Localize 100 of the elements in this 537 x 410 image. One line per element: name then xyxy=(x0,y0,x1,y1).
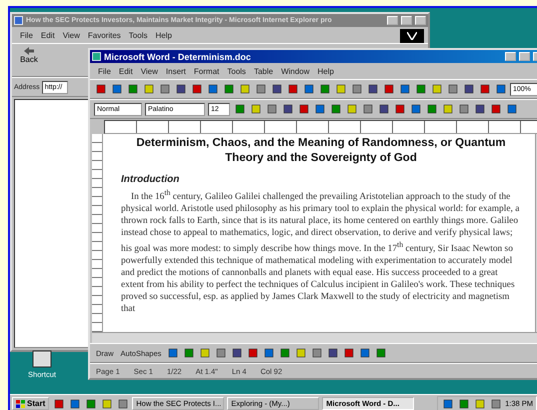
toolbar-button[interactable] xyxy=(230,346,244,360)
toolbar-button[interactable] xyxy=(494,82,507,96)
toolbar-button[interactable] xyxy=(326,346,340,360)
menu-item[interactable]: Help xyxy=(318,66,334,76)
toolbar-button[interactable] xyxy=(206,82,219,96)
toolbar-button[interactable] xyxy=(198,346,212,360)
toolbar-button[interactable] xyxy=(100,397,114,410)
menu-item[interactable]: Tools xyxy=(128,30,148,40)
toolbar-button[interactable] xyxy=(52,397,66,410)
toolbar-button[interactable] xyxy=(246,346,260,360)
toolbar-button[interactable] xyxy=(329,102,342,116)
toolbar-button[interactable] xyxy=(294,346,308,360)
toolbar-button[interactable] xyxy=(382,82,395,96)
menu-item[interactable]: Tools xyxy=(227,66,246,76)
toolbar-button[interactable] xyxy=(409,102,422,116)
toolbar-button[interactable] xyxy=(265,102,278,116)
toolbar-button[interactable] xyxy=(361,102,374,116)
toolbar-button[interactable] xyxy=(398,82,411,96)
toolbar-button[interactable] xyxy=(342,346,356,360)
toolbar-button[interactable] xyxy=(473,397,486,410)
toolbar-button[interactable] xyxy=(393,102,406,116)
toolbar-icon xyxy=(328,348,338,358)
toolbar-icon xyxy=(264,348,274,358)
toolbar-button[interactable] xyxy=(377,102,390,116)
toolbar-button[interactable] xyxy=(441,397,454,410)
menu-item[interactable]: Format xyxy=(194,66,220,76)
menu-item[interactable]: Favorites xyxy=(88,30,121,40)
toolbar-icon xyxy=(474,398,485,408)
toolbar-button[interactable] xyxy=(334,82,347,96)
toolbar-button[interactable] xyxy=(505,102,518,116)
menu-item[interactable]: Insert xyxy=(166,66,186,76)
toolbar-button[interactable] xyxy=(425,102,438,116)
toolbar-button[interactable] xyxy=(233,102,246,116)
toolbar-button[interactable] xyxy=(457,397,470,410)
toolbar-button[interactable] xyxy=(190,82,203,96)
back-button[interactable]: Back xyxy=(16,45,42,75)
toolbar-button[interactable] xyxy=(310,346,324,360)
toolbar-icon xyxy=(216,348,226,358)
toolbar-button[interactable] xyxy=(297,102,310,116)
toolbar-button[interactable] xyxy=(489,102,502,116)
toolbar-icon xyxy=(296,348,306,358)
menu-item[interactable]: View xyxy=(140,66,158,76)
toolbar-button[interactable] xyxy=(84,397,98,410)
toolbar-icon xyxy=(118,398,128,408)
toolbar-button[interactable] xyxy=(358,346,372,360)
toolbar-button[interactable] xyxy=(281,102,294,116)
toolbar-button[interactable] xyxy=(166,346,180,360)
toolbar-button[interactable] xyxy=(94,82,107,96)
toolbar-button[interactable] xyxy=(374,346,388,360)
toolbar-button[interactable] xyxy=(174,82,187,96)
horizontal-scrollbar[interactable] xyxy=(92,332,537,343)
menu-item[interactable]: Table xyxy=(254,66,274,76)
toolbar-icon xyxy=(70,398,80,408)
toolbar-button[interactable] xyxy=(249,102,262,116)
toolbar-icon xyxy=(168,348,178,358)
toolbar-button[interactable] xyxy=(238,82,251,96)
toolbar-button[interactable] xyxy=(142,82,155,96)
toolbar-button[interactable] xyxy=(462,82,475,96)
toolbar-button[interactable] xyxy=(262,346,276,360)
toolbar-button[interactable] xyxy=(473,102,486,116)
toolbar-button[interactable] xyxy=(457,102,470,116)
toolbar-button[interactable] xyxy=(270,82,283,96)
toolbar-button[interactable] xyxy=(441,102,454,116)
shortcut-icon[interactable] xyxy=(32,350,52,368)
toolbar-button[interactable] xyxy=(68,397,82,410)
toolbar-button[interactable] xyxy=(318,82,331,96)
toolbar-button[interactable] xyxy=(286,82,299,96)
toolbar-button[interactable] xyxy=(478,82,491,96)
toolbar-button[interactable] xyxy=(214,346,228,360)
toolbar-button[interactable] xyxy=(302,82,315,96)
toolbar-button[interactable] xyxy=(313,102,326,116)
toolbar-icon xyxy=(184,348,194,358)
toolbar-icon xyxy=(458,398,469,408)
start-button[interactable]: Start xyxy=(12,397,50,410)
window-icon xyxy=(92,52,101,61)
toolbar-button[interactable] xyxy=(278,346,292,360)
menu-item[interactable]: Help xyxy=(155,30,172,40)
toolbar-icon xyxy=(248,348,258,358)
toolbar-button[interactable] xyxy=(110,82,123,96)
toolbar-button[interactable] xyxy=(430,82,443,96)
toolbar-button[interactable] xyxy=(126,82,139,96)
toolbar-button[interactable] xyxy=(116,397,130,410)
toolbar-button[interactable] xyxy=(158,82,171,96)
toolbar-icon xyxy=(344,348,354,358)
menu-item[interactable]: File xyxy=(20,30,33,40)
menu-item[interactable]: File xyxy=(98,66,111,76)
toolbar-button[interactable] xyxy=(254,82,267,96)
toolbar-button[interactable] xyxy=(182,346,196,360)
toolbar-button[interactable] xyxy=(366,82,379,96)
toolbar-button[interactable] xyxy=(350,82,363,96)
toolbar-button[interactable] xyxy=(345,102,358,116)
menu-item[interactable]: Edit xyxy=(118,66,133,76)
menu-item[interactable]: Edit xyxy=(40,30,55,40)
menu-item[interactable]: Window xyxy=(281,66,310,76)
toolbar-button[interactable] xyxy=(489,397,502,410)
menu-item[interactable]: View xyxy=(62,30,80,40)
toolbar-button[interactable] xyxy=(414,82,427,96)
toolbar-icon xyxy=(200,348,210,358)
toolbar-button[interactable] xyxy=(446,82,459,96)
toolbar-button[interactable] xyxy=(222,82,235,96)
